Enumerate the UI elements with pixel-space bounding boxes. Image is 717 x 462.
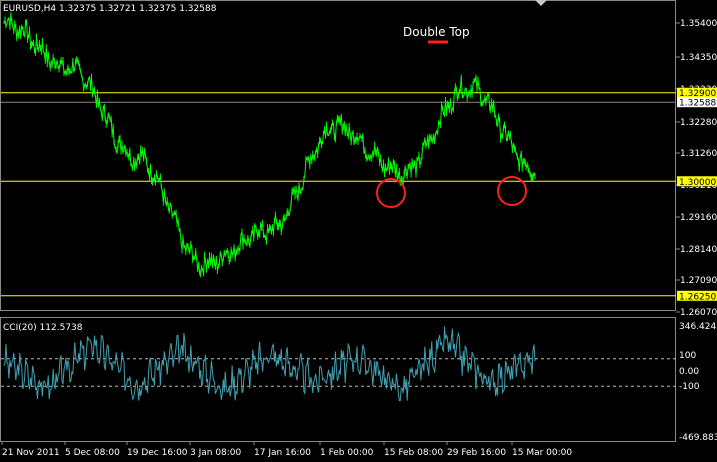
current-price-label: 1.32588 <box>679 99 716 109</box>
price-axis: 1.354001.343501.333301.322801.312601.302… <box>676 19 717 318</box>
time-tick-label: 21 Nov 2011 <box>2 448 60 458</box>
time-tick-label: 15 Mar 00:00 <box>512 448 572 458</box>
price-tick-label: 1.26070 <box>680 308 717 318</box>
cci-tick-label: -469.8830 <box>679 433 717 443</box>
double-top-label: Double Top <box>403 25 470 39</box>
time-tick-label: 19 Dec 16:00 <box>127 448 188 458</box>
price-tick-label: 1.31260 <box>680 149 717 159</box>
price-tick-label: 1.29160 <box>680 213 717 223</box>
time-tick-label: 5 Dec 08:00 <box>65 448 120 458</box>
level-price-label: 1.26250 <box>679 292 716 302</box>
level-price-label: 1.30000 <box>679 178 716 188</box>
time-axis: 21 Nov 2011 5 Dec 08:00 19 Dec 16:00 3 Jan … <box>1 441 572 458</box>
price-series-group <box>3 12 536 278</box>
price-level-lines <box>1 92 676 297</box>
cci-level-lines <box>1 358 676 387</box>
indicator-info: CCI(20) 112.5738 <box>3 323 83 333</box>
cci-tick-label: -100 <box>679 382 700 392</box>
price-tick-label: 1.32280 <box>680 118 717 128</box>
time-tick-label: 29 Feb 16:00 <box>447 448 506 458</box>
pattern-annotations <box>376 40 527 208</box>
main-chart-frame <box>0 0 676 311</box>
time-tick-label: 17 Jan 16:00 <box>254 448 311 458</box>
cci-tick-label: 346.4245 <box>679 322 717 332</box>
cci-tick-label: 100 <box>679 351 696 361</box>
indicator-axis: 346.4245 100 0.00 -100 -469.8830 <box>679 322 717 443</box>
cci-line <box>3 326 536 402</box>
time-tick-label: 1 Feb 00:00 <box>320 448 374 458</box>
scroll-indicator-icon[interactable] <box>535 0 547 6</box>
neckline-touch-circle <box>376 178 406 208</box>
time-tick-label: 15 Feb 08:00 <box>384 448 443 458</box>
price-tick-label: 1.28140 <box>680 245 717 255</box>
time-tick-label: 3 Jan 08:00 <box>190 448 242 458</box>
trading-chart[interactable]: 1.354001.343501.333301.322801.312601.302… <box>0 0 717 462</box>
window-info: EURUSD,H4 1.32375 1.32721 1.32375 1.3258… <box>3 4 217 14</box>
cci-series-group <box>3 326 536 402</box>
price-tick-label: 1.27090 <box>680 276 717 286</box>
price-tick-label: 1.34350 <box>680 53 717 63</box>
cci-tick-label: 0.00 <box>679 367 699 377</box>
price-tick-label: 1.35400 <box>680 19 717 29</box>
price-line <box>3 14 536 275</box>
